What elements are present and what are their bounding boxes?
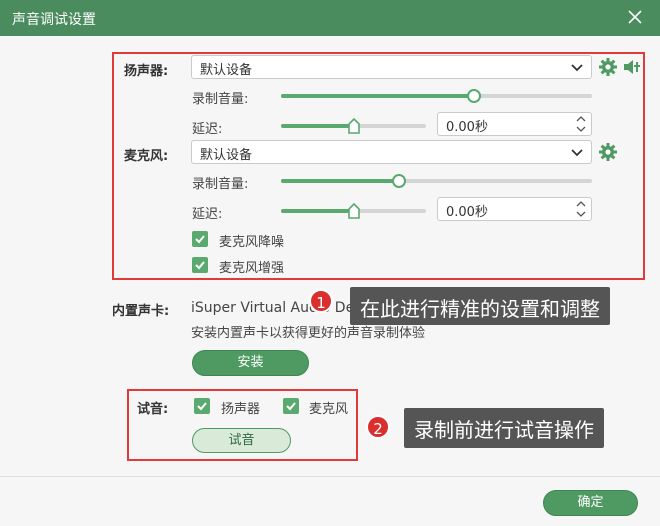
- test-speaker-checkbox[interactable]: [194, 398, 210, 414]
- speaker-delay-slider[interactable]: [281, 117, 426, 134]
- window-title: 声音调试设置: [12, 12, 96, 28]
- mic-delay-label: 延迟:: [192, 207, 223, 222]
- test-mic-label: 麦克风: [309, 402, 349, 417]
- speaker-device-select[interactable]: 默认设备: [191, 55, 592, 79]
- callout-one-badge: 1: [309, 289, 333, 313]
- mic-device-value: 默认设备: [200, 148, 253, 163]
- mic-delay-value: 0.00秒: [446, 205, 488, 220]
- install-button[interactable]: 安装: [192, 350, 309, 376]
- callout-one: 在此进行精准的设置和调整: [350, 287, 610, 325]
- callout-two-badge: 2: [366, 415, 390, 439]
- mic-delay-slider[interactable]: [281, 202, 426, 219]
- speaker-volume-icon[interactable]: [621, 56, 643, 78]
- test-mic-checkbox[interactable]: [283, 398, 299, 414]
- chevron-down-icon: [569, 144, 585, 160]
- test-speaker-label: 扬声器: [221, 402, 261, 417]
- mic-enhance-checkbox[interactable]: [192, 257, 208, 273]
- speaker-volume-slider[interactable]: [281, 88, 592, 104]
- speaker-delay-label: 延迟:: [192, 122, 223, 137]
- mic-volume-label: 录制音量:: [192, 177, 249, 192]
- slider-knob: [466, 89, 481, 103]
- noise-reduction-checkbox[interactable]: [192, 231, 208, 247]
- test-label: 试音:: [137, 402, 169, 417]
- title-bar: 声音调试设置: [0, 0, 660, 36]
- builtin-card-label: 内置声卡:: [112, 304, 170, 319]
- callout-two: 录制前进行试音操作: [404, 408, 604, 448]
- close-icon[interactable]: [624, 6, 646, 28]
- settings-panel: 扬声器: 默认设备 录制音量: 延迟: 0.00秒 麦克风: 默认设备 录制音量…: [0, 36, 660, 526]
- slider-knob: [392, 174, 407, 188]
- footer-divider: [0, 476, 660, 477]
- slider-fill: [281, 124, 354, 128]
- mic-volume-slider[interactable]: [281, 173, 592, 189]
- ok-button[interactable]: 确定: [543, 490, 638, 516]
- test-sound-button[interactable]: 试音: [192, 428, 291, 453]
- slider-pointer-knob: [347, 117, 360, 134]
- slider-fill: [281, 94, 474, 98]
- speaker-gear-icon[interactable]: [597, 56, 619, 78]
- mic-enhance-label: 麦克风增强: [219, 261, 285, 276]
- noise-reduction-label: 麦克风降噪: [219, 235, 285, 250]
- spin-arrows-icon[interactable]: [575, 114, 587, 134]
- mic-gear-icon[interactable]: [597, 141, 619, 163]
- speaker-delay-spinbox[interactable]: 0.00秒: [437, 112, 592, 136]
- spin-arrows-icon[interactable]: [575, 199, 587, 219]
- speaker-label: 扬声器:: [124, 64, 169, 79]
- slider-fill: [281, 179, 400, 183]
- mic-device-select[interactable]: 默认设备: [191, 140, 592, 164]
- chevron-down-icon: [569, 59, 585, 75]
- speaker-delay-value: 0.00秒: [446, 120, 488, 135]
- speaker-volume-label: 录制音量:: [192, 92, 249, 107]
- mic-label: 麦克风:: [124, 149, 169, 164]
- slider-fill: [281, 209, 354, 213]
- slider-pointer-knob: [347, 202, 360, 219]
- mic-delay-spinbox[interactable]: 0.00秒: [437, 197, 592, 221]
- speaker-device-value: 默认设备: [200, 63, 253, 78]
